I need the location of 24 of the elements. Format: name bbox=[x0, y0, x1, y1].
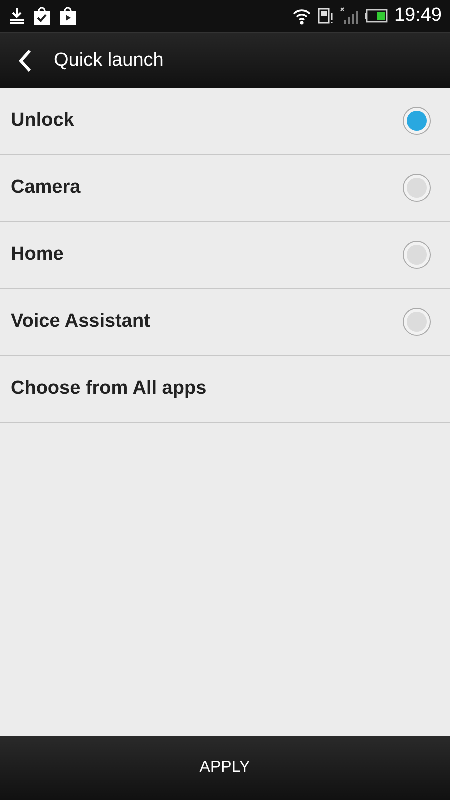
signal-icon bbox=[340, 7, 358, 25]
option-row[interactable]: Unlock bbox=[0, 88, 450, 155]
option-label: Voice Assistant bbox=[11, 311, 150, 333]
option-label: Camera bbox=[11, 177, 81, 199]
apply-button[interactable]: APPLY bbox=[0, 736, 450, 800]
radio-button[interactable] bbox=[403, 308, 431, 336]
radio-button[interactable] bbox=[403, 107, 431, 135]
option-row[interactable]: Home bbox=[0, 222, 450, 289]
download-icon bbox=[8, 7, 26, 25]
bag-check-icon bbox=[32, 6, 52, 26]
option-label: Choose from All apps bbox=[11, 378, 207, 400]
option-label: Unlock bbox=[11, 110, 74, 132]
option-row[interactable]: Voice Assistant bbox=[0, 289, 450, 356]
clock-time: 19:49 bbox=[394, 5, 442, 27]
sim-alert-icon bbox=[318, 7, 334, 25]
radio-button[interactable] bbox=[403, 241, 431, 269]
bag-play-icon bbox=[58, 6, 78, 26]
option-row[interactable]: Choose from All apps bbox=[0, 356, 450, 423]
battery-icon bbox=[364, 9, 388, 23]
option-row[interactable]: Camera bbox=[0, 155, 450, 222]
screen-title: Quick launch bbox=[54, 50, 164, 72]
option-label: Home bbox=[11, 244, 64, 266]
wifi-icon bbox=[292, 7, 312, 25]
radio-button[interactable] bbox=[403, 174, 431, 202]
